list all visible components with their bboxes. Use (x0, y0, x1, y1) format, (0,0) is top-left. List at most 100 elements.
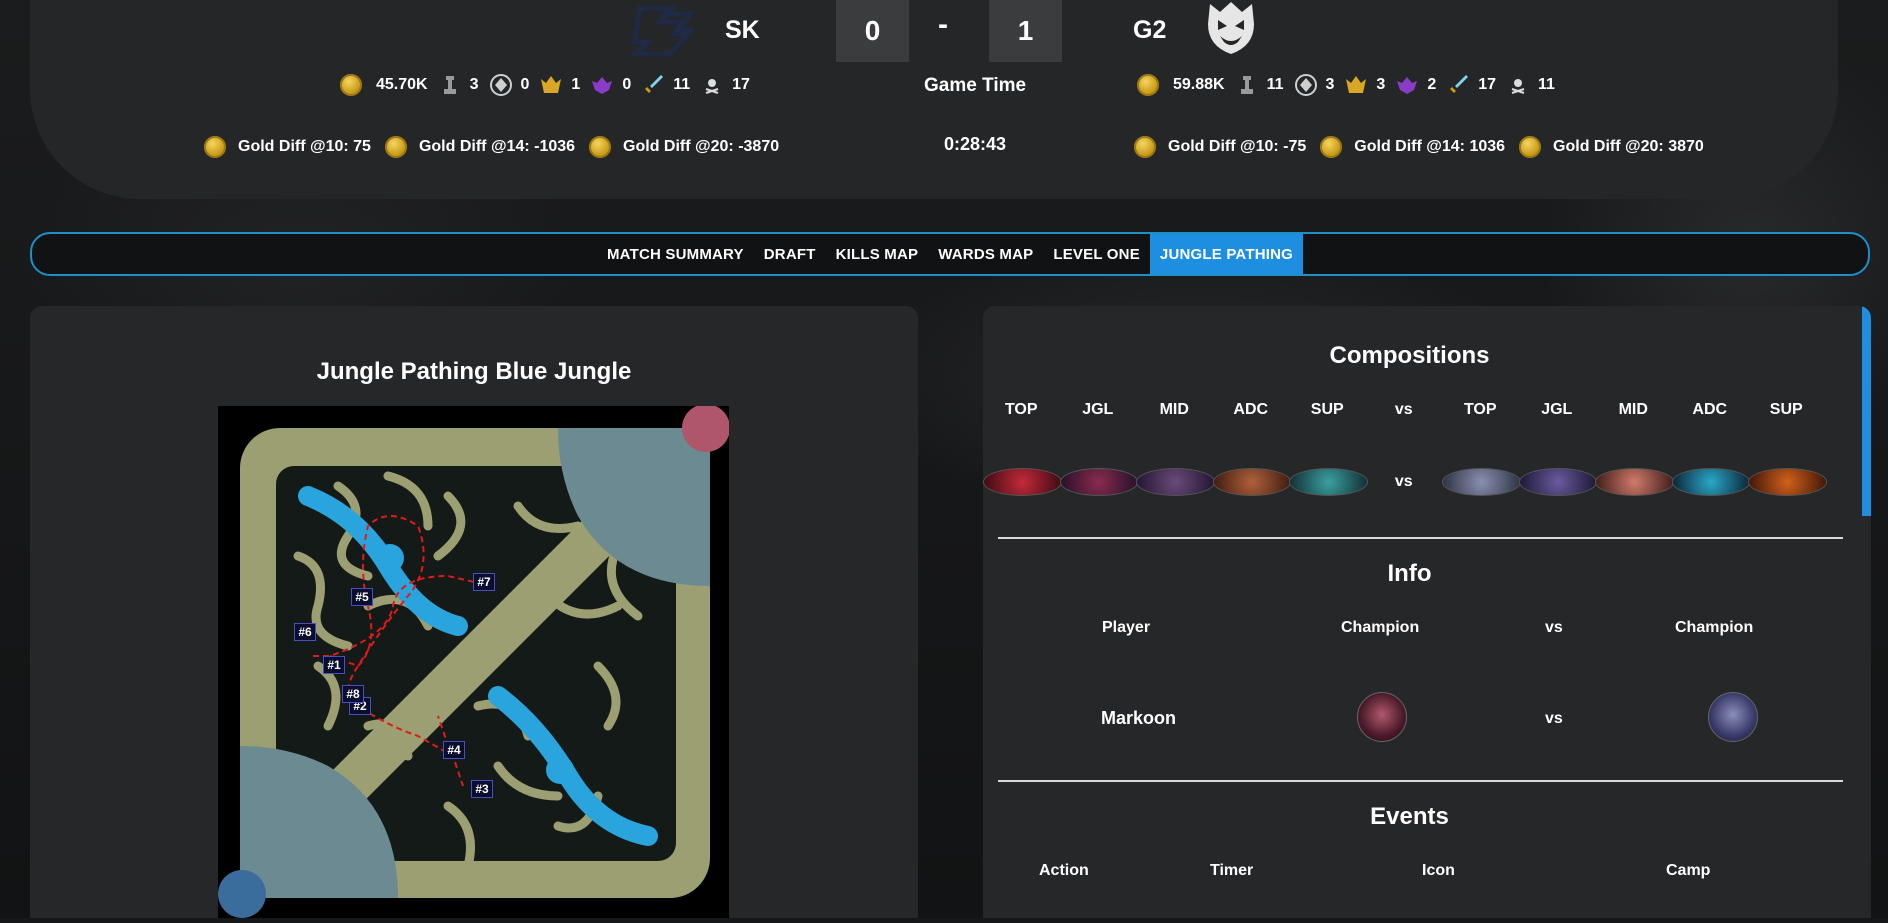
gold-icon (1137, 74, 1159, 96)
info-title: Info (1387, 560, 1432, 587)
inhibitor-icon (489, 74, 512, 96)
kills-icon (1450, 75, 1469, 93)
tab-match-summary[interactable]: MATCH SUMMARY (597, 234, 754, 274)
game-time-label: Game Time (924, 75, 1027, 96)
role-label: JGL (1541, 401, 1573, 418)
events-header-action: Action (1039, 862, 1089, 879)
deaths-icon (1511, 79, 1525, 94)
sk-team-logo (630, 5, 695, 57)
right-team-stats: 59.88K 11 3 3 2 17 11 (1137, 73, 1565, 97)
tab-kills-map[interactable]: KILLS MAP (826, 234, 929, 274)
deaths-icon (705, 79, 719, 94)
role-label: MID (1159, 401, 1189, 418)
stat-value: 3 (469, 76, 479, 93)
path-marker-1: #1 (323, 656, 345, 674)
gold-icon (589, 136, 612, 158)
right-gold-diffs: Gold Diff @10: -75 Gold Diff @14: 1036 G… (1134, 136, 1718, 158)
stat-value: 0 (622, 76, 632, 93)
stat-value: 11 (1266, 76, 1284, 93)
gold-diff-14: Gold Diff @14: -1036 (418, 138, 576, 155)
jungle-pathing-title: Jungle Pathing Blue Jungle (316, 358, 632, 385)
champion-portrait-icon (1212, 468, 1291, 496)
player-name: Markoon (1101, 708, 1177, 728)
events-title: Events (1370, 803, 1449, 830)
path-marker-4: #4 (443, 741, 465, 759)
tab-jungle-pathing[interactable]: JUNGLE PATHING (1149, 234, 1303, 274)
vs-label: vs (1394, 473, 1413, 490)
tab-navigation: MATCH SUMMARY DRAFT KILLS MAP WARDS MAP … (30, 232, 1870, 276)
champion-portrait-icon (1748, 468, 1827, 496)
dragon-icon (1397, 77, 1418, 94)
left-team-score: 0 (836, 0, 909, 62)
info-header-champion: Champion (1341, 619, 1420, 636)
stat-value: 11 (1538, 76, 1555, 93)
path-marker-3: #3 (471, 780, 493, 798)
right-team-score: 1 (989, 0, 1062, 62)
role-label: ADC (1233, 401, 1269, 418)
inhibitor-icon (1294, 74, 1317, 96)
stat-value: 11 (673, 76, 691, 93)
gold-diff-20: Gold Diff @20: 3870 (1553, 138, 1704, 155)
left-team-name: SK (725, 16, 760, 44)
stat-value: 0 (520, 76, 530, 93)
role-label: SUP (1769, 401, 1803, 418)
path-marker-6: #6 (294, 623, 316, 641)
stat-value: 59.88K (1173, 76, 1225, 93)
champion-portrait-icon (1136, 468, 1215, 496)
info-header-opponent-champion: Champion (1675, 619, 1754, 636)
gold-icon (204, 136, 226, 158)
path-marker-7: #7 (473, 573, 495, 591)
info-vs: vs (1545, 710, 1563, 727)
info-header-player: Player (1102, 619, 1151, 636)
champion-portrait-icon (1595, 468, 1674, 496)
role-label: TOP (1463, 401, 1497, 418)
tower-icon (1240, 76, 1253, 94)
score-separator: - (938, 8, 948, 41)
player-champion-icon (1357, 692, 1407, 742)
baron-icon (541, 76, 562, 93)
gold-diff-10: Gold Diff @10: 75 (238, 138, 371, 155)
champion-portrait-icon (1671, 468, 1750, 496)
champion-portrait-icon (1059, 468, 1138, 496)
path-marker-8: #8 (342, 685, 364, 703)
left-gold-diffs: Gold Diff @10: 75 Gold Diff @14: -1036 G… (204, 136, 793, 158)
stat-value: 17 (1478, 76, 1497, 93)
events-header-timer: Timer (1210, 862, 1254, 879)
g2-team-logo (1208, 2, 1254, 54)
gold-icon (384, 136, 407, 158)
tab-wards-map[interactable]: WARDS MAP (928, 234, 1043, 274)
role-label: JGL (1082, 401, 1114, 418)
compositions-title: Compositions (1329, 342, 1490, 369)
stat-value: 45.70K (376, 76, 428, 93)
tab-level-one[interactable]: LEVEL ONE (1043, 234, 1150, 274)
gold-icon (1320, 136, 1343, 158)
dragon-icon (592, 77, 613, 94)
tower-icon (443, 76, 456, 94)
champion-portrait-icon (1442, 468, 1521, 496)
role-label: SUP (1310, 401, 1344, 418)
scoreboard-header: SK 0 - 1 G2 45.70K 3 0 1 0 11 17 59.88K … (30, 0, 1838, 199)
info-header-vs: vs (1545, 619, 1563, 636)
gold-icon (1519, 136, 1542, 158)
game-time-value: 0:28:43 (944, 134, 1007, 154)
path-marker-5: #5 (351, 588, 373, 606)
role-label: MID (1618, 401, 1648, 418)
tab-draft[interactable]: DRAFT (754, 234, 826, 274)
champion-portrait-icon (1289, 468, 1368, 496)
details-panel: Compositions TOP JGL MID ADC SUP vs TOP … (983, 306, 1871, 918)
jungle-pathing-panel: Jungle Pathing Blue Jungle #1 #2 #3 #4 #… (30, 306, 918, 918)
stat-value: 3 (1325, 76, 1335, 93)
baron-icon (1346, 76, 1367, 93)
role-label: ADC (1692, 401, 1728, 418)
section-divider (998, 537, 1843, 539)
scrollbar[interactable] (1862, 306, 1871, 516)
gold-icon (1134, 136, 1156, 158)
champion-portrait-icon (983, 468, 1062, 496)
gold-diff-10: Gold Diff @10: -75 (1168, 138, 1307, 155)
left-team-stats: 45.70K 3 0 1 0 11 17 (340, 73, 760, 97)
compositions-role-header: TOP JGL MID ADC SUP vs TOP JGL MID ADC S… (983, 401, 1863, 419)
stat-value: 17 (732, 76, 750, 93)
compositions-champions: vs (983, 468, 1863, 496)
gold-diff-20: Gold Diff @20: -3870 (623, 138, 780, 155)
gold-icon (340, 74, 362, 96)
